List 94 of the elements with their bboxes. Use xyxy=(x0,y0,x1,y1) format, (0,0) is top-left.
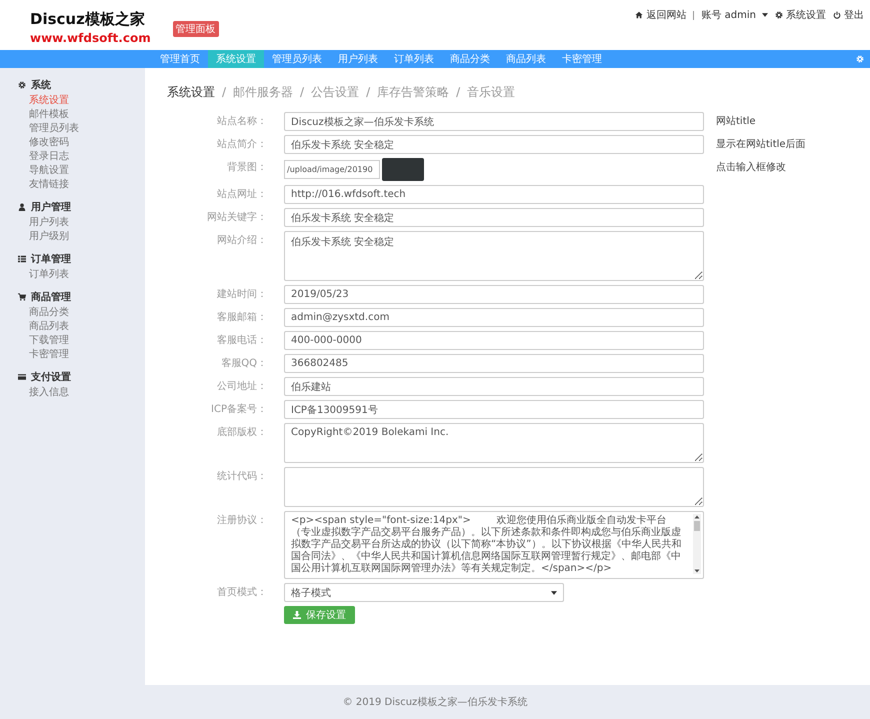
field-label: 统计代码： xyxy=(216,470,268,484)
logo-title: Discuz模板之家 xyxy=(30,10,146,29)
text-field[interactable]: 400-000-0000 xyxy=(284,331,704,350)
settings-icon[interactable] xyxy=(856,55,864,63)
text-field[interactable]: 366802485 xyxy=(284,354,704,373)
settings-icon xyxy=(775,11,783,19)
sidebar-item[interactable]: 系统设置 xyxy=(0,94,145,108)
sidebar-item[interactable]: 导航设置 xyxy=(0,164,145,178)
text-field[interactable]: 伯乐发卡系统 安全稳定 xyxy=(284,135,704,154)
nav-tab[interactable]: 商品分类 xyxy=(442,50,498,68)
sidebar-group-title: 支付设置 xyxy=(31,370,71,384)
sidebar-item[interactable]: 商品列表 xyxy=(0,320,145,334)
download-icon xyxy=(293,611,301,619)
settings-tab[interactable]: 公告设置 xyxy=(311,84,360,100)
sidebar-item[interactable]: 友情链接 xyxy=(0,178,145,192)
sidebar-item[interactable]: 用户列表 xyxy=(0,216,145,230)
sidebar-group-title: 商品管理 xyxy=(31,290,71,304)
copyright-text: © 2019 Discuz模板之家—伯乐发卡系统 xyxy=(342,696,528,709)
breadcrumb-separator: / xyxy=(300,85,304,99)
home-icon xyxy=(635,11,644,19)
nav-tab[interactable]: 用户列表 xyxy=(330,50,386,68)
nav-tab[interactable]: 卡密管理 xyxy=(554,50,610,68)
settings-tab[interactable]: 库存告警策略 xyxy=(377,84,450,100)
select-field[interactable]: 格子模式 xyxy=(284,583,564,602)
cart-icon xyxy=(18,293,26,301)
field-label: 客服QQ： xyxy=(220,356,268,371)
account-menu[interactable]: 账号 admin xyxy=(701,8,768,22)
breadcrumb-separator: / xyxy=(222,85,226,99)
field-label: ICP备案号： xyxy=(210,402,268,417)
sidebar-item[interactable]: 卡密管理 xyxy=(0,348,145,362)
sidebar-item[interactable]: 登录日志 xyxy=(0,150,145,164)
sidebar-item[interactable]: 邮件模板 xyxy=(0,108,145,122)
sidebar-item[interactable]: 用户级别 xyxy=(0,230,145,244)
nav-tab[interactable]: 订单列表 xyxy=(386,50,442,68)
back-to-site-link[interactable]: 返回网站 xyxy=(635,8,686,22)
list-icon xyxy=(18,255,26,263)
text-field[interactable]: 伯乐发卡系统 安全稳定 xyxy=(284,208,704,227)
settings-icon xyxy=(18,81,26,89)
text-field[interactable]: admin@zysxtd.com xyxy=(284,308,704,327)
logout-link[interactable]: 登出 xyxy=(833,8,864,22)
settings-tab[interactable]: 系统设置 xyxy=(167,84,215,100)
breadcrumb-separator: / xyxy=(366,85,370,99)
text-field[interactable]: 2019/05/23 xyxy=(284,285,704,304)
field-label: 站点网址： xyxy=(216,188,268,202)
field-label: 网站关键字： xyxy=(206,210,268,225)
field-hint: 网站title xyxy=(715,114,756,129)
settings-tab[interactable]: 邮件服务器 xyxy=(233,84,294,100)
field-label: 底部版权： xyxy=(216,426,268,440)
settings-link[interactable]: 系统设置 xyxy=(775,8,826,22)
caret-icon xyxy=(762,13,768,17)
power-icon xyxy=(833,11,841,19)
field-hint: 点击输入框修改 xyxy=(715,160,786,175)
nav-tab[interactable]: 系统设置 xyxy=(208,50,264,68)
sidebar-item[interactable]: 订单列表 xyxy=(0,268,145,282)
field-label: 站点名称： xyxy=(216,114,268,129)
text-area[interactable]: CopyRight©2019 Bolekami Inc. xyxy=(284,423,704,463)
field-hint: 显示在网站title后面 xyxy=(715,138,806,152)
sidebar-item[interactable]: 商品分类 xyxy=(0,306,145,320)
sidebar-item[interactable]: 管理员列表 xyxy=(0,122,145,136)
field-label: 建站时间： xyxy=(216,288,268,302)
caret-icon xyxy=(551,590,557,594)
sidebar-group-title: 系统 xyxy=(31,78,51,92)
image-path-field[interactable]: /upload/image/20190 xyxy=(284,160,380,179)
text-area[interactable] xyxy=(284,467,704,507)
text-field[interactable]: 伯乐建站 xyxy=(284,377,704,396)
sidebar-item[interactable]: 接入信息 xyxy=(0,386,145,400)
settings-tab[interactable]: 音乐设置 xyxy=(467,84,516,100)
field-label: 首页模式： xyxy=(216,586,268,600)
sidebar-group-title: 用户管理 xyxy=(31,200,71,214)
sidebar-group-title: 订单管理 xyxy=(31,252,71,266)
photo-placeholder xyxy=(382,158,424,181)
user-icon xyxy=(18,203,26,211)
field-label: 客服邮箱： xyxy=(216,310,268,325)
field-label: 网站介绍： xyxy=(216,234,268,248)
text-area[interactable]: 伯乐发卡系统 安全稳定 xyxy=(284,231,704,281)
text-field[interactable]: ICP备13009591号 xyxy=(284,400,704,419)
breadcrumb-separator: / xyxy=(456,85,460,99)
sidebar-item[interactable]: 下载管理 xyxy=(0,334,145,348)
field-label: 注册协议： xyxy=(216,514,268,528)
nav-tab[interactable]: 管理首页 xyxy=(152,50,208,68)
scrollbar-icon xyxy=(693,514,701,574)
nav-tab[interactable]: 商品列表 xyxy=(498,50,554,68)
logo-url: www.wfdsoft.com xyxy=(30,31,151,45)
field-label: 站点简介： xyxy=(216,138,268,152)
field-label: 客服电话： xyxy=(216,334,268,348)
text-field[interactable]: http://016.wfdsoft.tech xyxy=(284,185,704,204)
save-button[interactable]: 保存设置 xyxy=(284,606,355,624)
field-label: 背景图： xyxy=(226,160,268,175)
field-label: 公司地址： xyxy=(216,380,268,394)
text-field[interactable]: Discuz模板之家—伯乐发卡系统 xyxy=(284,112,704,131)
card-icon xyxy=(18,373,26,381)
panel-badge: 管理面板 xyxy=(172,21,219,37)
sidebar-item[interactable]: 修改密码 xyxy=(0,136,145,150)
nav-tab[interactable]: 管理员列表 xyxy=(264,50,330,68)
